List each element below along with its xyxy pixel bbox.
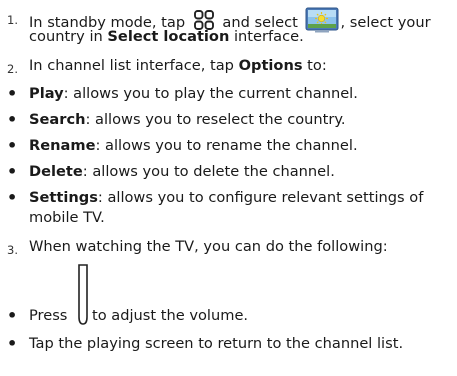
option-term: Search [29,111,86,128]
step-number: 1. [7,13,18,27]
step-text: When watching the TV, you can do the fol… [29,238,388,255]
press-before: Press [29,307,68,324]
bullet: • [7,110,18,129]
step-text: In channel list interface, tap Options t… [29,57,327,74]
bullet: • [7,188,18,207]
option-term: Rename [29,137,96,154]
option-term: Play [29,85,64,102]
option-term: Settings [29,189,98,206]
option-desc: : allows you to rename the channel. [95,137,358,154]
option-desc: : allows you to delete the channel. [82,163,335,180]
option-desc: : allows you to reselect the country. [85,111,346,128]
bullet: • [7,136,18,155]
press-after: to adjust the volume. [92,307,249,324]
step-text-line2: country in Select location interface. [29,28,304,45]
option-desc: : allows you to play the current channel… [63,85,358,102]
option-desc-line2: mobile TV. [29,209,105,226]
volume-key-icon [78,264,88,325]
item-text: Tap the playing screen to return to the … [29,335,404,352]
bullet: • [7,162,18,181]
step-number: 3. [7,243,18,257]
mobile-tv-icon [305,7,339,39]
bullet: • [7,334,18,353]
option-desc: : allows you to configure relevant setti… [97,189,424,206]
step-number: 2. [7,62,18,76]
option-term: Delete [29,163,83,180]
bullet: • [7,84,18,103]
bullet: • [7,306,18,325]
